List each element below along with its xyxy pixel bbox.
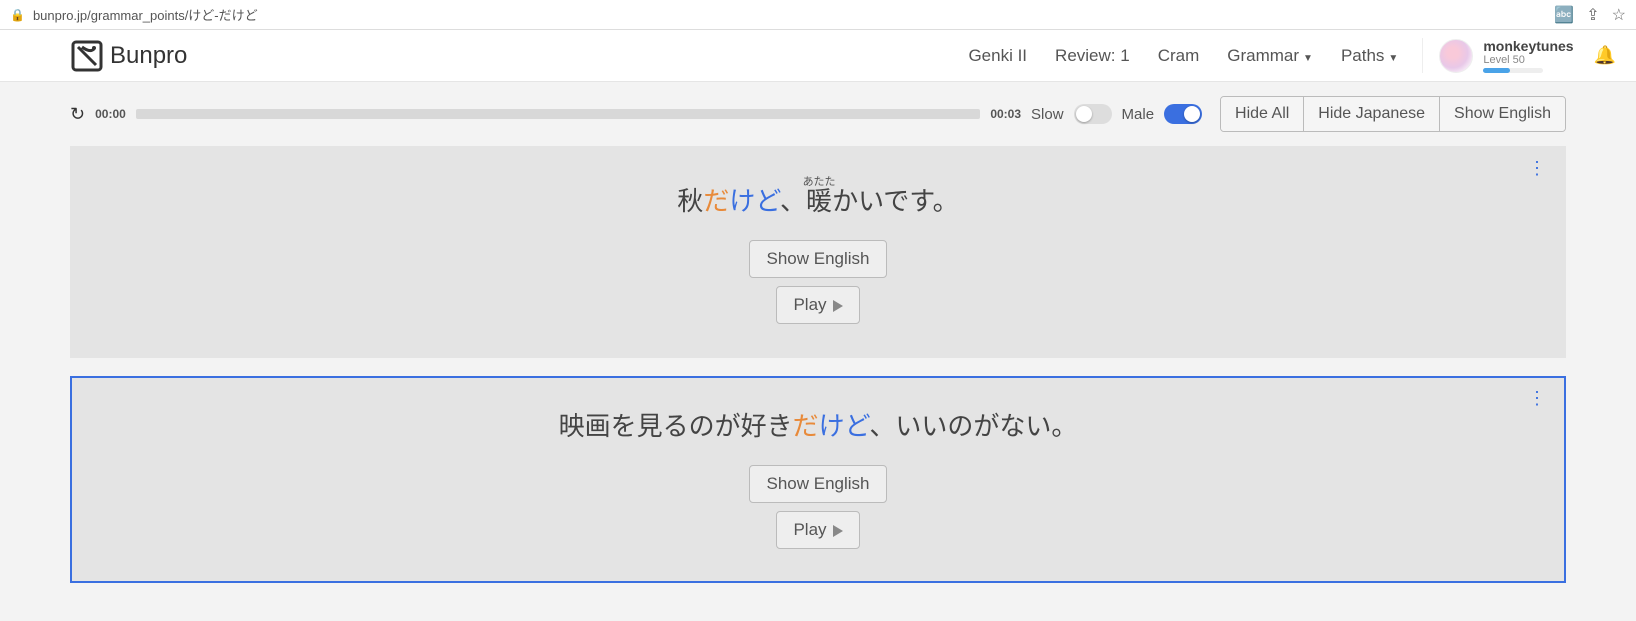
example-card-2: ⋮ 映画を見るのが好きだけど、いいのがない。 Show English Play [70, 376, 1566, 583]
grammar-da: だ [703, 186, 729, 216]
caret-down-icon: ▼ [1303, 53, 1313, 64]
slow-label: Slow [1031, 106, 1064, 123]
nav-grammar[interactable]: Grammar ▼ [1213, 46, 1327, 66]
share-icon[interactable]: ⇪ [1586, 5, 1599, 25]
nav-paths-label: Paths [1341, 46, 1384, 65]
slow-toggle[interactable] [1074, 104, 1112, 124]
play-button[interactable]: Play [776, 286, 859, 324]
hide-all-button[interactable]: Hide All [1221, 97, 1303, 131]
sentence-pre: 映画を見るのが好き [559, 411, 793, 441]
logo-icon [70, 39, 104, 73]
more-icon[interactable]: ⋮ [1528, 166, 1546, 170]
visibility-button-group: Hide All Hide Japanese Show English [1220, 96, 1566, 132]
show-english-toolbar-button[interactable]: Show English [1439, 97, 1565, 131]
play-icon [833, 300, 843, 312]
caret-down-icon: ▼ [1388, 53, 1398, 64]
show-english-button[interactable]: Show English [749, 465, 886, 503]
audio-total: 00:03 [990, 107, 1021, 121]
user-name: monkeytunes [1483, 38, 1573, 54]
translate-icon[interactable]: 🔤 [1554, 5, 1574, 25]
sentence-2: 映画を見るのが好きだけど、いいのがない。 [92, 406, 1544, 443]
sentence-pre: 秋 [677, 186, 703, 216]
audio-progress-bar[interactable] [136, 109, 981, 119]
audio-elapsed: 00:00 [95, 107, 126, 121]
play-button[interactable]: Play [776, 511, 859, 549]
brand-logo[interactable]: Bunpro [70, 39, 187, 73]
avatar [1439, 39, 1473, 73]
grammar-kedo: けど [729, 186, 780, 216]
nav-cram[interactable]: Cram [1144, 46, 1214, 66]
top-nav: Bunpro Genki II Review: 1 Cram Grammar▼ … [0, 30, 1636, 82]
play-label: Play [793, 295, 826, 314]
example-card-1: ⋮ 秋だけど、暖あたたかいです。 Show English Play [70, 146, 1566, 358]
grammar-kedo: けど [819, 411, 870, 441]
bell-icon[interactable]: 🔔 [1594, 45, 1616, 66]
male-toggle[interactable] [1164, 104, 1202, 124]
grammar-da: だ [793, 411, 819, 441]
more-icon[interactable]: ⋮ [1528, 396, 1546, 400]
nav-paths[interactable]: Paths ▼ [1327, 46, 1412, 66]
ruby-word: 暖あたた [806, 186, 832, 216]
play-icon [833, 525, 843, 537]
user-level: Level 50 [1483, 54, 1573, 66]
sentence-post: 、いいのがない。 [869, 411, 1077, 441]
reload-icon[interactable]: ↻ [70, 104, 85, 125]
url-text: bunpro.jp/grammar_points/けど-だけど [33, 5, 1542, 24]
male-label: Male [1122, 106, 1155, 123]
sentence-tail: かいです。 [832, 186, 959, 216]
brand-text: Bunpro [110, 42, 187, 70]
lock-icon: 🔒 [10, 8, 25, 22]
user-section[interactable]: monkeytunes Level 50 🔔 [1422, 38, 1616, 73]
sentence-1: 秋だけど、暖あたたかいです。 [92, 176, 1544, 218]
show-english-button[interactable]: Show English [749, 240, 886, 278]
star-icon[interactable]: ☆ [1612, 5, 1626, 25]
nav-deck[interactable]: Genki II [954, 46, 1041, 66]
audio-controls: ↻ 00:00 00:03 Slow Male Hide All Hide Ja… [70, 82, 1566, 146]
browser-address-bar: 🔒 bunpro.jp/grammar_points/けど-だけど 🔤 ⇪ ☆ [0, 0, 1636, 30]
xp-bar [1483, 68, 1543, 73]
nav-grammar-label: Grammar [1227, 46, 1299, 65]
nav-review[interactable]: Review: 1 [1041, 46, 1144, 66]
hide-japanese-button[interactable]: Hide Japanese [1303, 97, 1439, 131]
